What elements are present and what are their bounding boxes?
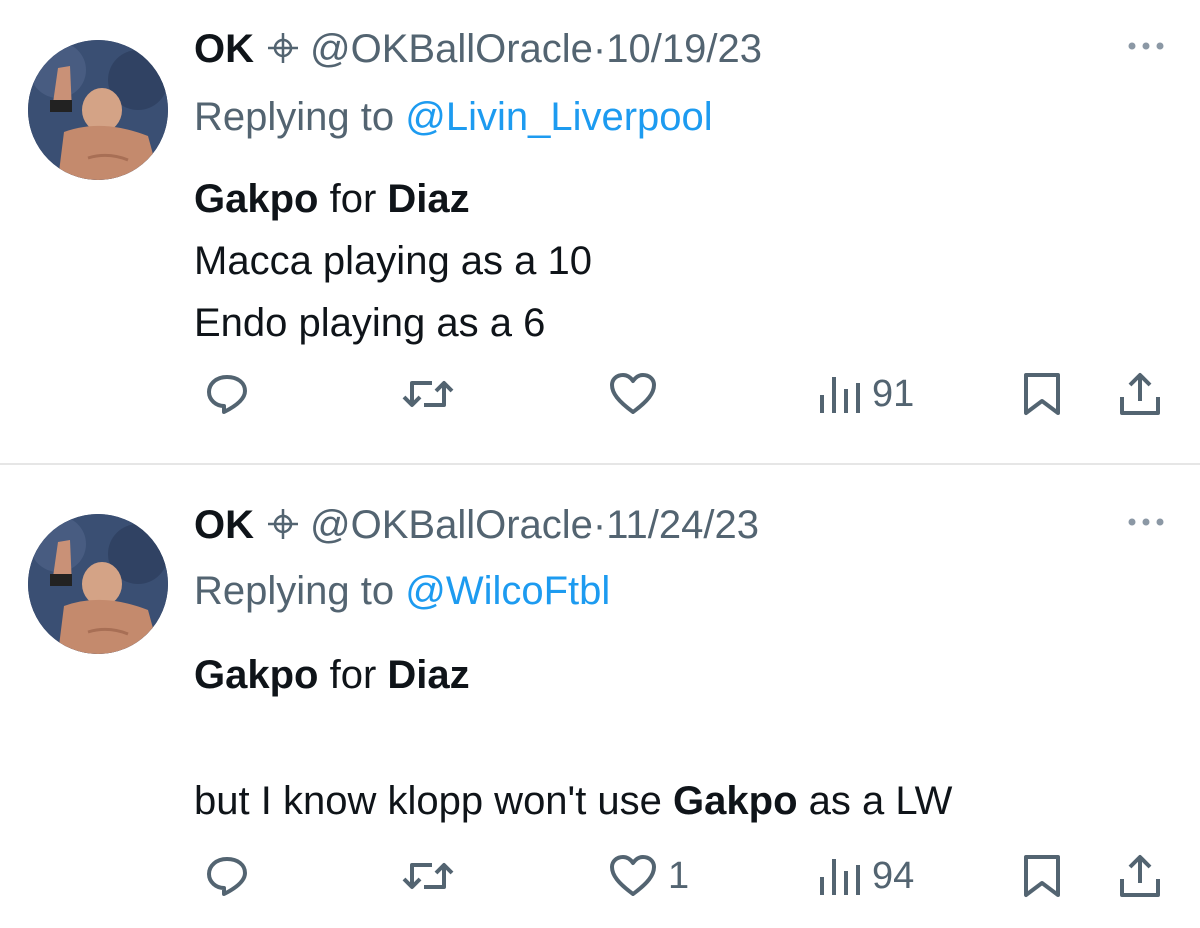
views-button[interactable]: 94 (818, 846, 914, 906)
share-icon (1120, 855, 1160, 897)
tweet-header: OK @OKBallOracle·10/19/23 (194, 24, 762, 74)
views-button[interactable]: 91 (818, 364, 914, 424)
replying-prefix: Replying to (194, 95, 406, 139)
body-text: for (318, 653, 388, 697)
retweet-icon (402, 863, 454, 889)
retweet-button[interactable] (398, 364, 458, 424)
heart-icon (610, 373, 656, 414)
bookmark-icon (1024, 855, 1060, 897)
tweet-header: OK @OKBallOracle·11/24/23 (194, 500, 759, 550)
body-line: Endo playing as a 6 (194, 301, 546, 345)
replying-to: Replying to @Livin_Liverpool (194, 92, 713, 142)
like-button[interactable] (608, 364, 668, 424)
body-line: but I know klopp won't use Gakpo as a LW (194, 770, 952, 832)
heart-icon (610, 855, 656, 896)
player-name: Gakpo (194, 653, 319, 697)
replying-to: Replying to @WilcoFtbl (194, 566, 610, 616)
like-count: 1 (668, 854, 690, 897)
view-count: 94 (872, 854, 915, 897)
share-button[interactable] (1118, 846, 1162, 906)
body-text: for (318, 177, 388, 221)
reply-icon (207, 857, 247, 896)
like-button[interactable]: 1 (608, 846, 689, 906)
author-handle[interactable]: @OKBallOracle (310, 27, 593, 71)
view-count: 91 (872, 372, 915, 415)
more-icon[interactable] (1126, 40, 1166, 52)
crosshair-icon (266, 507, 300, 541)
tweet-date[interactable]: 10/19/23 (606, 27, 762, 71)
tweet-1[interactable]: OK @OKBallOracle·10/19/23 Replying to @Li… (0, 0, 1200, 464)
reply-button[interactable] (204, 364, 250, 424)
avatar[interactable] (28, 40, 168, 180)
reply-button[interactable] (204, 846, 250, 906)
tweet-2[interactable]: OK @OKBallOracle·11/24/23 Replying to @Wi… (0, 466, 1200, 928)
more-icon[interactable] (1126, 516, 1166, 528)
body-text: but I know klopp won't use (194, 779, 674, 823)
body-line: Gakpo for Diaz (194, 168, 592, 230)
action-bar: 1 94 (0, 846, 1200, 906)
body-text: as a LW (797, 779, 953, 823)
avatar-image (28, 514, 168, 654)
player-name: Diaz (387, 653, 470, 697)
author-handle[interactable]: @OKBallOracle (310, 503, 593, 547)
replying-to-link[interactable]: @WilcoFtbl (405, 569, 610, 613)
tweet-date[interactable]: 11/24/23 (606, 503, 759, 547)
author-name[interactable]: OK (194, 27, 254, 71)
separator-dot: · (592, 503, 607, 547)
body-line: Gakpo for Diaz (194, 644, 952, 706)
separator-dot: · (592, 27, 607, 71)
tweet-body: Gakpo for Diaz Macca playing as a 10 End… (194, 168, 592, 354)
views-icon (820, 859, 860, 895)
action-bar: 91 (0, 364, 1200, 424)
divider (0, 463, 1200, 465)
replying-to-link[interactable]: @Livin_Liverpool (405, 95, 712, 139)
author-name[interactable]: OK (194, 503, 254, 547)
views-icon (820, 377, 860, 413)
player-name: Gakpo (194, 177, 319, 221)
avatar[interactable] (28, 514, 168, 654)
retweet-icon (402, 381, 454, 407)
retweet-button[interactable] (398, 846, 458, 906)
bookmark-button[interactable] (1022, 364, 1062, 424)
player-name: Gakpo (673, 779, 798, 823)
tweet-body: Gakpo for Diaz but I know klopp won't us… (194, 644, 952, 832)
share-icon (1120, 373, 1160, 415)
replying-prefix: Replying to (194, 569, 406, 613)
share-button[interactable] (1118, 364, 1162, 424)
reply-icon (207, 375, 247, 414)
bookmark-button[interactable] (1022, 846, 1062, 906)
body-line: Macca playing as a 10 (194, 239, 593, 283)
player-name: Diaz (387, 177, 470, 221)
avatar-image (28, 40, 168, 180)
bookmark-icon (1024, 373, 1060, 415)
crosshair-icon (266, 31, 300, 65)
